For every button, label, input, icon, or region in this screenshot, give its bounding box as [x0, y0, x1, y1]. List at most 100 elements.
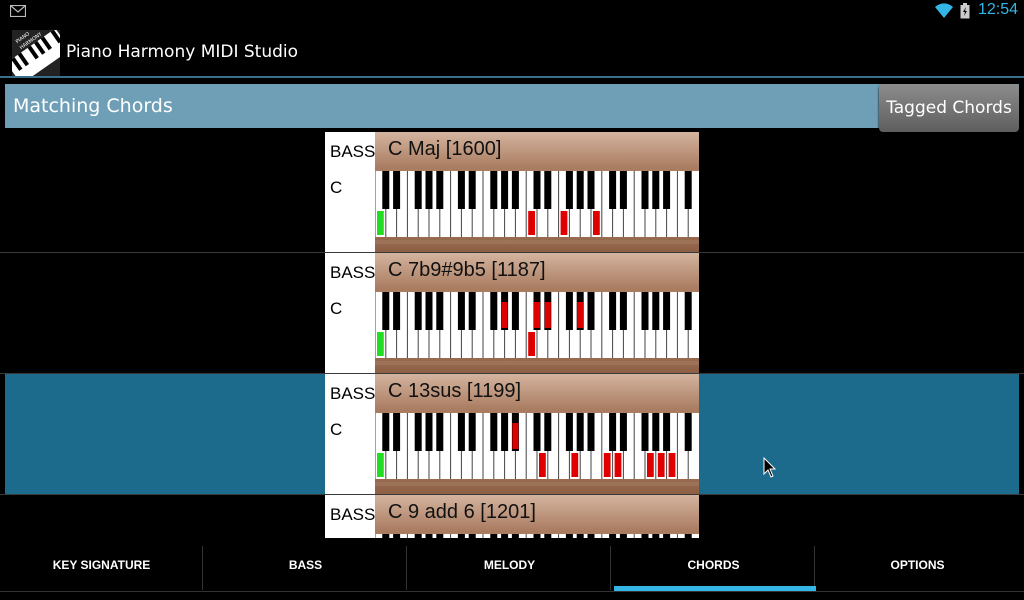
wifi-icon [935, 3, 953, 18]
black-key [663, 171, 671, 209]
chord-row[interactable]: BASS C C 7b9#9b5 [1187] [0, 253, 1024, 374]
bass-note: C [330, 299, 343, 318]
chord-card[interactable]: C 13sus [1199] [375, 374, 699, 495]
black-key [619, 292, 627, 330]
tab-label: CHORDS [687, 558, 740, 572]
highlighted-key [571, 453, 579, 477]
highlighted-key [528, 211, 535, 235]
chord-card[interactable]: C Maj [1600] [375, 132, 699, 253]
black-key [414, 413, 422, 451]
tab-key-signature[interactable]: KEY SIGNATURE [0, 538, 203, 592]
black-key [641, 171, 649, 209]
bass-label: BASS [330, 384, 376, 403]
black-key [457, 413, 465, 451]
highlighted-key [534, 302, 540, 328]
black-key [468, 292, 476, 330]
chord-row[interactable]: BASS C C 13sus [1199] [0, 374, 1024, 495]
black-key [544, 413, 552, 451]
black-key [609, 292, 617, 330]
action-bar: PIANO HARMONY Piano Harmony MIDI Studio [0, 22, 1024, 78]
black-key [468, 413, 476, 451]
highlighted-key [647, 453, 654, 477]
gmail-icon [10, 5, 26, 17]
tab-options[interactable]: OPTIONS [816, 538, 1019, 592]
black-key [382, 413, 390, 451]
card-bottom-edge [375, 240, 699, 244]
bass-note: C [330, 420, 343, 439]
highlighted-key [560, 211, 568, 235]
black-key [609, 171, 617, 209]
black-key [684, 413, 692, 451]
highlighted-key [544, 302, 551, 328]
black-key [425, 171, 433, 209]
bass-key [377, 332, 384, 356]
black-key [436, 292, 444, 330]
black-key [533, 171, 541, 209]
black-key [393, 413, 401, 451]
black-key [619, 413, 627, 451]
mouse-cursor-icon [763, 457, 777, 478]
chord-row[interactable]: BASS C C Maj [1600] [0, 132, 1024, 253]
black-key [652, 171, 660, 209]
black-key [436, 171, 444, 209]
tab-melody[interactable]: MELODY [408, 538, 611, 592]
tab-bar-baseline [0, 591, 1024, 592]
black-key [511, 292, 519, 330]
piano-keyboard [375, 171, 699, 237]
black-key [641, 413, 649, 451]
black-key [457, 171, 465, 209]
clock: 12:54 [978, 1, 1019, 18]
black-key [587, 413, 595, 451]
chord-row[interactable]: BASS C C 9 add 6 [1201] [0, 495, 1024, 538]
black-key [425, 413, 433, 451]
chord-card[interactable]: C 7b9#9b5 [1187] [375, 253, 699, 374]
tab-separator [814, 546, 815, 590]
highlighted-key [668, 453, 676, 477]
bass-note: C [330, 178, 343, 197]
tab-separator [202, 546, 203, 590]
black-key [382, 171, 390, 209]
black-key [619, 171, 627, 209]
bass-column: BASS C [325, 495, 375, 538]
chord-list[interactable]: BASS C C Maj [1600] BASS C C 7b9#9b5 [1187]… [0, 132, 1024, 538]
black-key [382, 292, 390, 330]
black-key [684, 292, 692, 330]
black-key [609, 413, 617, 451]
tab-bass[interactable]: BASS [204, 538, 407, 592]
card-bottom-edge [375, 482, 699, 486]
matching-chords-header: Matching Chords [5, 84, 1019, 128]
black-key [565, 413, 573, 451]
bass-label: BASS [330, 263, 376, 282]
black-key [576, 413, 584, 451]
black-key [393, 171, 401, 209]
tab-separator [610, 546, 611, 590]
bass-label: BASS [330, 142, 376, 161]
piano-keyboard [375, 413, 699, 479]
bass-column: BASS C [325, 374, 375, 495]
header-title: Matching Chords [13, 95, 173, 117]
card-bottom-edge [375, 361, 699, 365]
black-key [414, 171, 422, 209]
app-logo-icon[interactable]: PIANO HARMONY [12, 30, 60, 76]
black-key [544, 171, 552, 209]
chord-name: C 13sus [1199] [388, 380, 522, 402]
highlighted-key [528, 332, 535, 356]
bass-column: BASS C [325, 132, 375, 253]
black-key [501, 413, 509, 451]
tab-label: OPTIONS [890, 558, 945, 572]
chord-card[interactable]: C 9 add 6 [1201] [375, 495, 699, 538]
black-key [490, 171, 498, 209]
tab-separator [406, 546, 407, 590]
tagged-chords-button[interactable]: Tagged Chords [879, 84, 1019, 132]
black-key [663, 413, 671, 451]
tab-label: KEY SIGNATURE [52, 558, 151, 572]
black-key [393, 292, 401, 330]
black-key [641, 292, 649, 330]
black-key [663, 292, 671, 330]
tab-chords[interactable]: CHORDS [612, 538, 815, 592]
black-key [414, 292, 422, 330]
action-bar-divider [0, 76, 1024, 78]
app-title: Piano Harmony MIDI Studio [66, 42, 299, 62]
status-bar: 12:54 [0, 0, 1024, 22]
piano-keyboard [375, 292, 699, 358]
